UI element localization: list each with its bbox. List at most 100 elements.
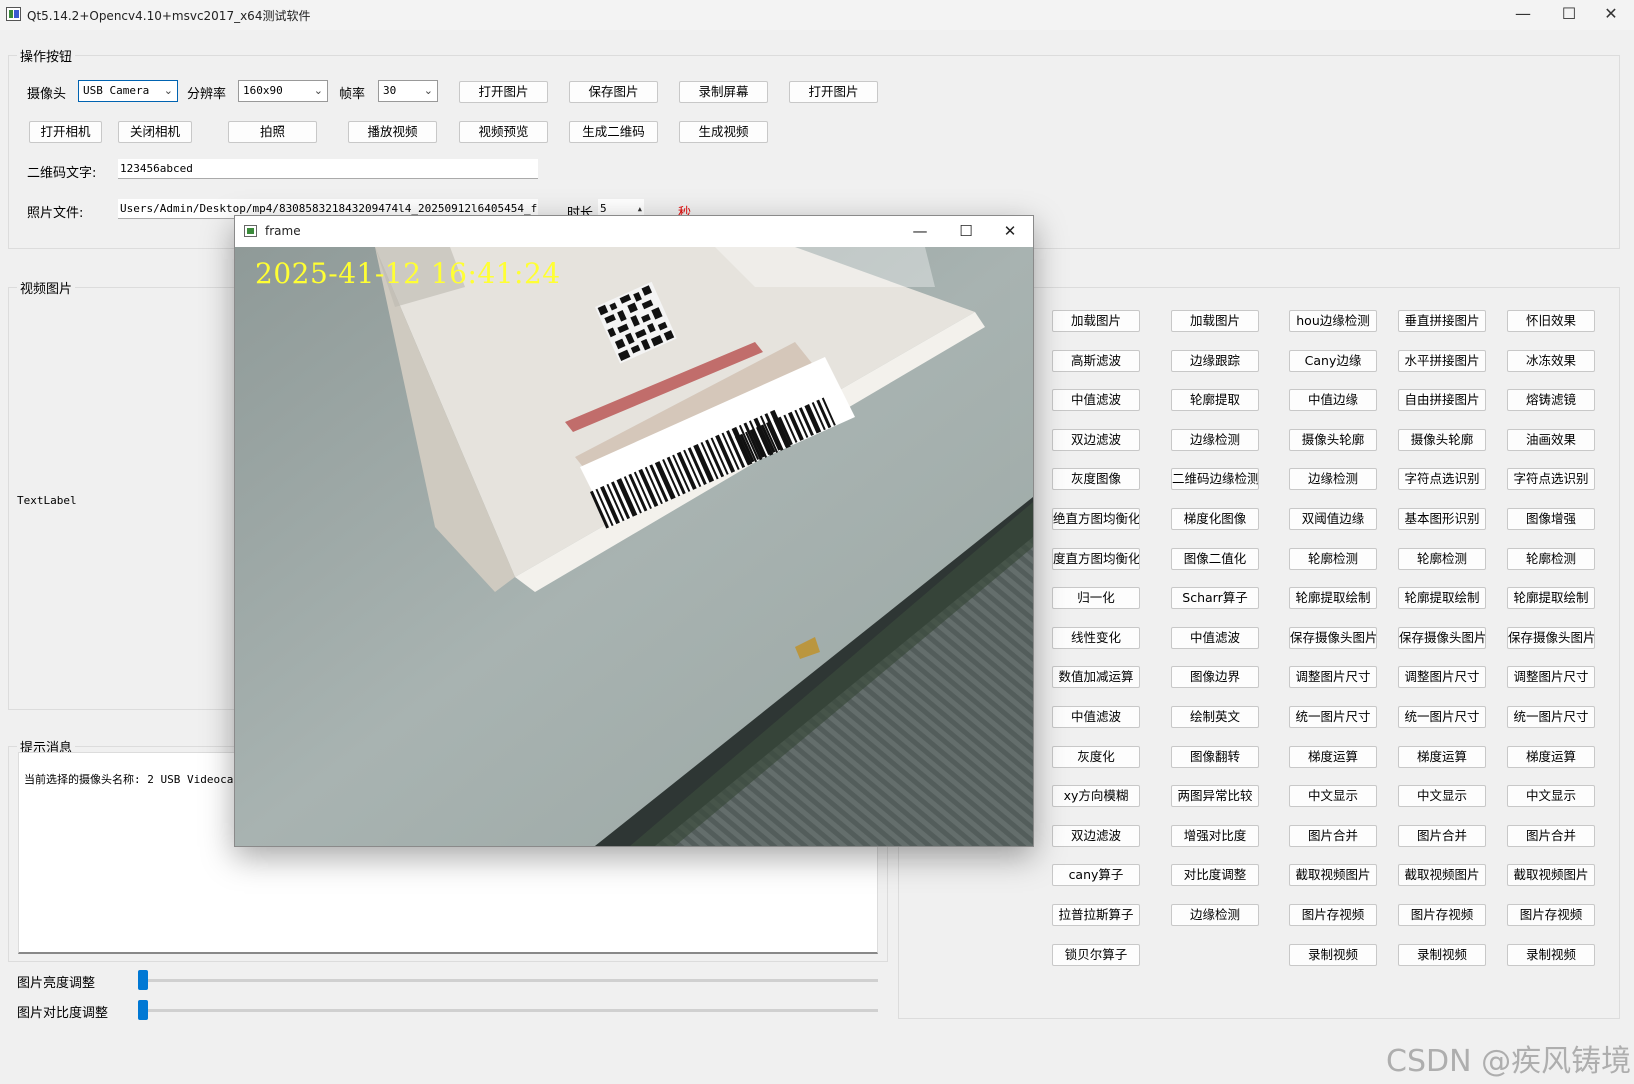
function-button[interactable]: 两图异常比较 [1171,785,1259,807]
function-button[interactable]: 轮廓检测 [1507,548,1595,570]
play-video-button[interactable]: 播放视频 [348,121,437,143]
qr-text-input[interactable]: 123456abced [118,159,538,179]
function-button[interactable]: 图片存视频 [1289,904,1377,926]
function-button[interactable]: 截取视频图片 [1289,864,1377,886]
function-button[interactable]: 摄像头轮廓 [1398,429,1486,451]
function-button[interactable]: 熔铸滤镜 [1507,389,1595,411]
function-button[interactable]: 调整图片尺寸 [1289,666,1377,688]
function-button[interactable]: 线性变化 [1052,627,1140,649]
function-button[interactable]: 轮廓提取绘制 [1398,587,1486,609]
function-button[interactable]: 水平拼接图片 [1398,350,1486,372]
function-button[interactable]: 数值加减运算 [1052,666,1140,688]
function-button[interactable]: 图像二值化 [1171,548,1259,570]
minimize-button[interactable]: — [1500,0,1546,30]
function-button[interactable]: 梯度运算 [1507,746,1595,768]
camera-select[interactable]: USB Camera ⌄ [78,80,178,102]
function-button[interactable]: 加载图片 [1052,310,1140,332]
function-button[interactable]: 怀旧效果 [1507,310,1595,332]
function-button[interactable]: 边缘检测 [1171,904,1259,926]
function-button[interactable]: 拉普拉斯算子 [1052,904,1140,926]
function-button[interactable]: 锁贝尔算子 [1052,944,1140,966]
function-button[interactable]: 保存摄像头图片 [1398,627,1486,649]
function-button[interactable]: 截取视频图片 [1507,864,1595,886]
function-button[interactable]: 中文显示 [1289,785,1377,807]
function-button[interactable]: 梯度运算 [1289,746,1377,768]
function-button[interactable]: 垂直拼接图片 [1398,310,1486,332]
function-button[interactable]: 轮廓提取绘制 [1507,587,1595,609]
function-button[interactable]: 保存摄像头图片 [1507,627,1595,649]
function-button[interactable]: 基本图形识别 [1398,508,1486,530]
function-button[interactable]: 油画效果 [1507,429,1595,451]
frame-window[interactable]: frame — ☐ ✕ 2025-41-12 16:41:24 [234,215,1034,847]
function-button[interactable]: 图片合并 [1398,825,1486,847]
function-button[interactable]: 录制视频 [1289,944,1377,966]
function-button[interactable]: 统一图片尺寸 [1398,706,1486,728]
function-button[interactable]: 录制视频 [1507,944,1595,966]
function-button[interactable]: 保存摄像头图片 [1289,627,1377,649]
function-button[interactable]: 图片合并 [1507,825,1595,847]
function-button[interactable]: 轮廓提取 [1171,389,1259,411]
frame-minimize-button[interactable]: — [897,216,943,247]
function-button[interactable]: 轮廓提取绘制 [1289,587,1377,609]
function-button[interactable]: 高斯滤波 [1052,350,1140,372]
function-button[interactable]: 轮廓检测 [1398,548,1486,570]
function-button[interactable]: 图像增强 [1507,508,1595,530]
function-button[interactable]: 图片存视频 [1507,904,1595,926]
function-button[interactable]: 中值边缘 [1289,389,1377,411]
resolution-select[interactable]: 160x90 ⌄ [238,80,328,102]
function-button[interactable]: 中值滤波 [1171,627,1259,649]
function-button[interactable]: 摄像头轮廓 [1289,429,1377,451]
function-button[interactable]: cany算子 [1052,864,1140,886]
function-button[interactable]: 统一图片尺寸 [1289,706,1377,728]
capture-button[interactable]: 拍照 [228,121,317,143]
contrast-slider-handle[interactable] [138,1000,148,1020]
function-button[interactable]: xy方向模糊 [1052,785,1140,807]
contrast-slider-track[interactable] [140,1009,878,1012]
function-button[interactable]: 截取视频图片 [1398,864,1486,886]
brightness-slider-handle[interactable] [138,970,148,990]
function-button[interactable]: 增强对比度 [1171,825,1259,847]
function-button[interactable]: 字符点选识别 [1398,468,1486,490]
function-button[interactable]: 双阈值边缘 [1289,508,1377,530]
function-button[interactable]: 边缘跟踪 [1171,350,1259,372]
function-button[interactable]: 统一图片尺寸 [1507,706,1595,728]
function-button[interactable]: 中值滤波 [1052,389,1140,411]
function-button[interactable]: 边缘检测 [1289,468,1377,490]
record-screen-button[interactable]: 录制屏幕 [679,81,768,103]
function-button[interactable]: 轮廓检测 [1289,548,1377,570]
function-button[interactable]: 调整图片尺寸 [1398,666,1486,688]
function-button[interactable]: 中值滤波 [1052,706,1140,728]
maximize-button[interactable]: ☐ [1546,0,1592,30]
function-button[interactable]: 中文显示 [1398,785,1486,807]
frame-maximize-button[interactable]: ☐ [943,216,989,247]
function-button[interactable]: 灰度图像 [1052,468,1140,490]
save-image-button[interactable]: 保存图片 [569,81,658,103]
function-button[interactable]: 梯度运算 [1398,746,1486,768]
function-button[interactable]: 图片合并 [1289,825,1377,847]
function-button[interactable]: 字符点选识别 [1507,468,1595,490]
function-button[interactable]: 边缘检测 [1171,429,1259,451]
fps-select[interactable]: 30 ⌄ [378,80,438,102]
function-button[interactable]: 灰度化 [1052,746,1140,768]
function-button[interactable]: 梯度化图像 [1171,508,1259,530]
function-button[interactable]: 双边滤波 [1052,429,1140,451]
brightness-slider-track[interactable] [140,979,878,982]
function-button[interactable]: 归一化 [1052,587,1140,609]
function-button[interactable]: 冰冻效果 [1507,350,1595,372]
close-button[interactable]: ✕ [1588,0,1634,30]
generate-video-button[interactable]: 生成视频 [679,121,768,143]
function-button[interactable]: 录制视频 [1398,944,1486,966]
generate-qrcode-button[interactable]: 生成二维码 [569,121,658,143]
function-button[interactable]: 中文显示 [1507,785,1595,807]
open-image-button[interactable]: 打开图片 [459,81,548,103]
function-button[interactable]: Scharr算子 [1171,587,1259,609]
window-titlebar[interactable]: Qt5.14.2+Opencv4.10+msvc2017_x64测试软件 — ☐… [0,0,1634,30]
frame-close-button[interactable]: ✕ [987,216,1033,247]
function-button[interactable]: 绝直方图均衡化 [1052,508,1140,530]
function-button[interactable]: hou边缘检测 [1289,310,1377,332]
function-button[interactable]: 度直方图均衡化 [1052,548,1140,570]
function-button[interactable]: 图片存视频 [1398,904,1486,926]
function-button[interactable]: 自由拼接图片 [1398,389,1486,411]
function-button[interactable]: Cany边缘 [1289,350,1377,372]
open-image-button-2[interactable]: 打开图片 [789,81,878,103]
